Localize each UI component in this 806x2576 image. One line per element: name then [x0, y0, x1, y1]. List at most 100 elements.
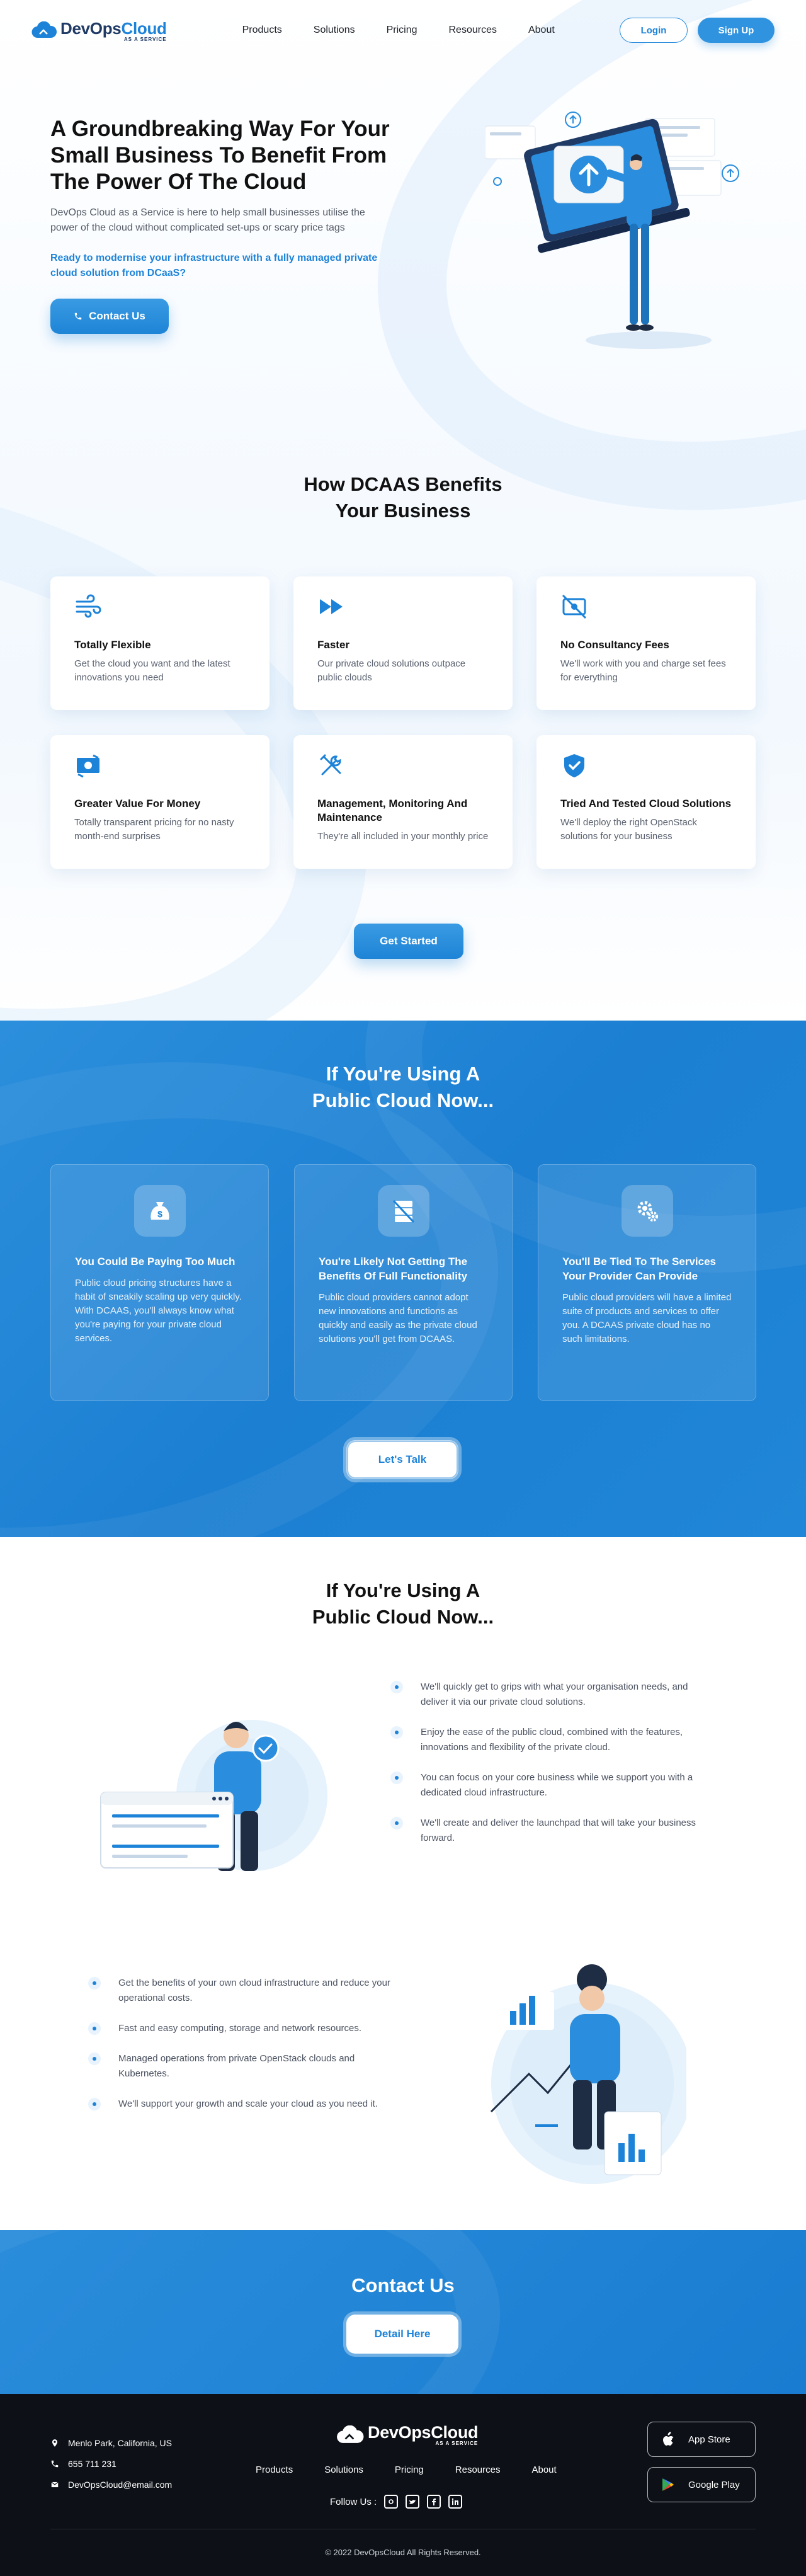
follow-label: Follow Us : [330, 2496, 377, 2507]
linkedin-icon[interactable] [448, 2495, 463, 2509]
list-item: We'll support your growth and scale your… [88, 2097, 403, 2112]
twitter-icon[interactable] [406, 2495, 420, 2509]
facebook-icon[interactable] [427, 2495, 441, 2509]
app-store-label: App Store [688, 2434, 730, 2445]
benefit-card: Management, Monitoring And Maintenance T… [293, 735, 513, 869]
hero-title: A Groundbreaking Way For Your Small Busi… [50, 117, 390, 194]
site-footer: Menlo Park, California, US 655 711 231 D… [0, 2394, 806, 2576]
features-title-line2: Public Cloud Now... [312, 1606, 494, 1628]
public-cloud-section: If You're Using A Public Cloud Now... $ … [0, 1021, 806, 1537]
public-cloud-cards: $ You Could Be Paying Too Much Public cl… [50, 1164, 756, 1401]
google-play-button[interactable]: Google Play [647, 2467, 756, 2502]
apple-icon [663, 2432, 674, 2446]
benefit-title: Tried And Tested Cloud Solutions [560, 798, 732, 810]
contact-us-button[interactable]: Contact Us [50, 299, 169, 334]
footer-phone-text: 655 711 231 [68, 2459, 116, 2469]
logo[interactable]: DevOpsCloud AS A SERVICE [31, 19, 167, 42]
person-dashboard-illustration [94, 1701, 334, 1890]
list-item: You can focus on your core business whil… [390, 1770, 705, 1800]
mail-icon [51, 2482, 59, 2488]
footer-logo[interactable]: DevOpsCloud AS A SERVICE [336, 2423, 479, 2446]
get-started-button[interactable]: Get Started [354, 924, 463, 959]
footer-email-text: DevOpsCloud@email.com [68, 2480, 173, 2490]
public-cloud-card-title: You'll Be Tied To The Services Your Prov… [562, 1256, 717, 1282]
nav-about[interactable]: About [528, 25, 555, 36]
bullet-dot-icon [390, 1817, 403, 1829]
bullet-dot-icon [390, 1681, 403, 1693]
list-item: Get the benefits of your own cloud infra… [88, 1976, 403, 2006]
footer-email[interactable]: DevOpsCloud@email.com [50, 2478, 172, 2491]
lets-talk-button[interactable]: Let's Talk [346, 1440, 458, 1479]
bg-swoosh [0, 2230, 531, 2394]
login-button[interactable]: Login [620, 18, 688, 43]
nav-solutions[interactable]: Solutions [314, 25, 355, 36]
footer-nav-about[interactable]: About [531, 2464, 556, 2475]
shield-check-icon [560, 752, 588, 779]
features-title-line1: If You're Using A [326, 1579, 480, 1601]
public-cloud-card-title: You Could Be Paying Too Much [75, 1256, 236, 1268]
benefits-title: How DCAAS Benefits Your Business [0, 471, 806, 524]
nav-pricing[interactable]: Pricing [387, 25, 417, 36]
auth-buttons: Login Sign Up [620, 18, 775, 43]
list-item: Fast and easy computing, storage and net… [88, 2021, 403, 2036]
detail-here-button[interactable]: Detail Here [346, 2315, 458, 2354]
benefit-desc: We'll work with you and charge set fees … [560, 658, 726, 683]
public-cloud-card-desc: Public cloud providers cannot adopt new … [319, 1292, 477, 1344]
benefit-title: No Consultancy Fees [560, 639, 669, 651]
benefit-desc: Our private cloud solutions outpace publ… [317, 658, 466, 683]
footer-phone[interactable]: 655 711 231 [50, 2458, 172, 2470]
bullet-dot-icon [88, 1977, 101, 1989]
money-bag-icon: $ [133, 1185, 186, 1237]
benefit-card: Greater Value For Money Totally transpar… [50, 735, 270, 869]
benefit-desc: Get the cloud you want and the latest in… [74, 658, 230, 683]
nav-resources[interactable]: Resources [449, 25, 497, 36]
google-play-icon [662, 2478, 674, 2491]
public-cloud-card: $ You Could Be Paying Too Much Public cl… [50, 1164, 269, 1401]
benefit-card: Tried And Tested Cloud Solutions We'll d… [536, 735, 756, 869]
bullet-dot-icon [390, 1772, 403, 1784]
no-fees-icon [560, 593, 588, 621]
public-cloud-title-line1: If You're Using A [326, 1063, 480, 1085]
social-links: Follow Us : [330, 2495, 463, 2509]
public-cloud-card: You'll Be Tied To The Services Your Prov… [538, 1164, 756, 1401]
features-section: If You're Using A Public Cloud Now... We… [0, 1537, 806, 2230]
contact-band: Contact Us Detail Here [0, 2230, 806, 2394]
signup-button[interactable]: Sign Up [698, 18, 775, 43]
gears-icon [621, 1185, 673, 1237]
cloud-logo-icon [31, 21, 57, 38]
footer-nav-pricing[interactable]: Pricing [395, 2464, 424, 2475]
footer-nav-solutions[interactable]: Solutions [324, 2464, 363, 2475]
instagram-icon[interactable] [384, 2495, 399, 2509]
benefit-card: No Consultancy Fees We'll work with you … [536, 576, 756, 710]
benefit-title: Management, Monitoring And Maintenance [317, 798, 468, 823]
footer-nav-products[interactable]: Products [256, 2464, 293, 2475]
list-item: We'll create and deliver the launchpad t… [390, 1816, 705, 1846]
bullet-dot-icon [88, 2098, 101, 2110]
tools-icon [317, 752, 345, 779]
features-list-1: We'll quickly get to grips with what you… [390, 1680, 705, 1861]
public-cloud-card: You're Likely Not Getting The Benefits O… [294, 1164, 513, 1401]
benefits-title-line1: How DCAAS Benefits [304, 473, 502, 495]
copyright: © 2022 DevOpsCloud All Rights Reserved. [325, 2548, 481, 2557]
benefit-title: Totally Flexible [74, 639, 151, 651]
list-item: Enjoy the ease of the public cloud, comb… [390, 1725, 705, 1755]
person-growth-chart-illustration [472, 1954, 693, 2194]
server-icon [377, 1185, 429, 1237]
footer-logo-text: DevOpsCloud [368, 2423, 479, 2442]
features-list-2: Get the benefits of your own cloud infra… [88, 1976, 403, 2127]
list-item: Managed operations from private OpenStac… [88, 2051, 403, 2081]
fast-forward-icon [317, 593, 345, 621]
app-store-button[interactable]: App Store [647, 2422, 756, 2457]
svg-text:$: $ [157, 1209, 162, 1219]
list-item: We'll quickly get to grips with what you… [390, 1680, 705, 1710]
money-icon [74, 752, 102, 779]
public-cloud-card-desc: Public cloud pricing structures have a h… [75, 1278, 242, 1344]
footer-address: Menlo Park, California, US [50, 2437, 172, 2449]
nav-products[interactable]: Products [242, 25, 282, 36]
footer-address-text: Menlo Park, California, US [68, 2438, 172, 2448]
public-cloud-title-line2: Public Cloud Now... [312, 1089, 494, 1111]
footer-nav-resources[interactable]: Resources [455, 2464, 501, 2475]
site-header: DevOpsCloud AS A SERVICE Products Soluti… [0, 0, 806, 60]
wind-icon [74, 593, 102, 621]
benefit-desc: Totally transparent pricing for no nasty… [74, 817, 234, 842]
